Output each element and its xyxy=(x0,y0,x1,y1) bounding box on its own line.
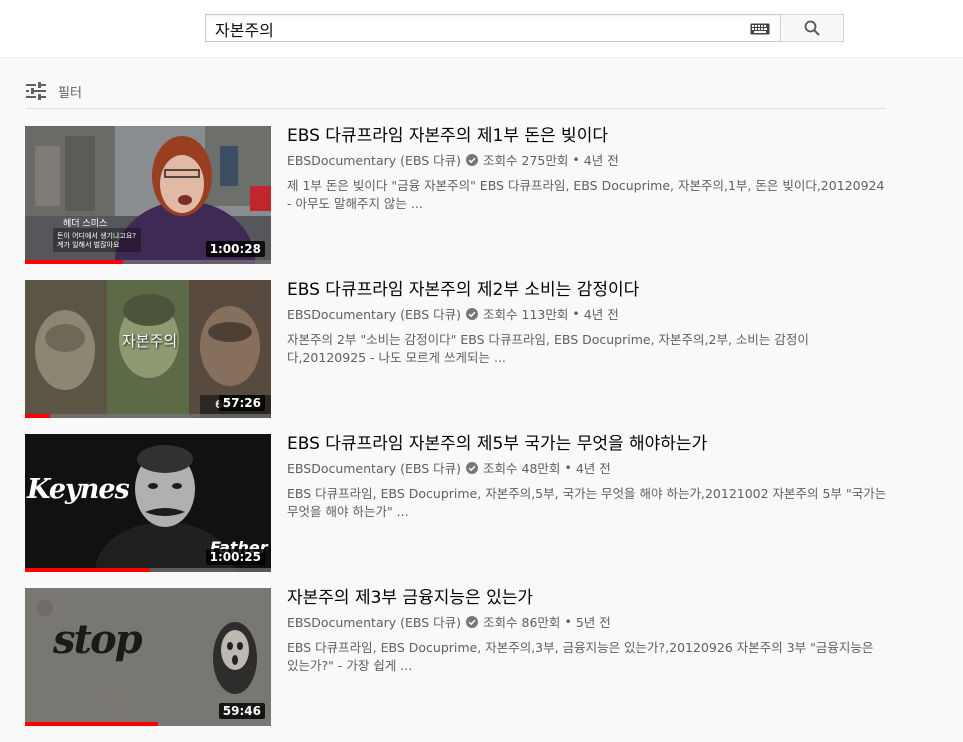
video-meta: EBS 다큐프라임 자본주의 제2부 소비는 감정이다 EBSDocumenta… xyxy=(287,280,887,367)
video-result[interactable]: stop 59:46 자본주의 제3부 금융지능은 있는가 EBSDocumen… xyxy=(25,588,887,726)
video-title[interactable]: EBS 다큐프라임 자본주의 제5부 국가는 무엇을 해야하는가 xyxy=(287,433,887,455)
search-input[interactable] xyxy=(213,17,737,41)
keyboard-icon[interactable] xyxy=(750,23,770,35)
upload-age: 4년 전 xyxy=(575,461,611,476)
video-result[interactable]: Keynes Father 1:00:25 EBS 다큐프라임 자본주의 제5부… xyxy=(25,434,887,572)
video-result[interactable]: 자본주의 60 57:26 EBS 다큐프라임 자본주의 제2부 소비는 감정이… xyxy=(25,280,887,418)
channel-name[interactable]: EBSDocumentary (EBS 다큐) xyxy=(287,304,461,323)
watch-progress-fill xyxy=(25,722,158,726)
video-meta: EBS 다큐프라임 자본주의 제1부 돈은 빚이다 EBSDocumentary… xyxy=(287,126,887,213)
watch-progress-fill xyxy=(25,568,151,572)
channel-name[interactable]: EBSDocumentary (EBS 다큐) xyxy=(287,458,461,477)
thumbnail-caption: 헤더 스미스 xyxy=(63,219,108,229)
thumbnail-caption: Keynes xyxy=(27,474,130,505)
channel-name[interactable]: EBSDocumentary (EBS 다큐) xyxy=(287,150,461,169)
thumbnail-subtitle-line: 돈이 어디에서 생기냐고요? xyxy=(57,232,137,240)
verified-badge-icon xyxy=(466,461,479,474)
video-description: EBS 다큐프라임, EBS Docuprime, 자본주의,3부, 금융지능은… xyxy=(287,640,874,673)
verified-badge-icon xyxy=(466,615,479,628)
search-icon xyxy=(804,20,820,36)
video-meta: EBS 다큐프라임 자본주의 제5부 국가는 무엇을 해야하는가 EBSDocu… xyxy=(287,434,887,521)
search-box[interactable] xyxy=(205,14,780,42)
video-meta: 자본주의 제3부 금융지능은 있는가 EBSDocumentary (EBS 다… xyxy=(287,588,887,675)
video-duration: 1:00:28 xyxy=(205,241,265,257)
separator-dot: • xyxy=(564,614,572,629)
upload-age: 5년 전 xyxy=(575,615,611,630)
video-byline: EBSDocumentary (EBS 다큐) 조회수 113만회 • 4년 전 xyxy=(287,304,887,323)
video-title[interactable]: EBS 다큐프라임 자본주의 제2부 소비는 감정이다 xyxy=(287,279,887,301)
watch-progress-track xyxy=(25,414,271,418)
video-byline: EBSDocumentary (EBS 다큐) 조회수 86만회 • 5년 전 xyxy=(287,612,887,631)
verified-badge-icon xyxy=(466,153,479,166)
watch-progress-track xyxy=(25,722,271,726)
filter-button[interactable]: 필터 xyxy=(26,80,82,102)
watch-progress-track xyxy=(25,568,271,572)
video-thumbnail[interactable]: 헤더 스미스 돈이 어디에서 생기냐고요? 계가 일해서 벌잖아요 1:00:2… xyxy=(25,126,271,264)
thumbnail-caption: 자본주의 xyxy=(122,332,178,350)
watch-progress-track xyxy=(25,260,271,264)
view-count: 조회수 275만회 xyxy=(483,153,569,168)
channel-name[interactable]: EBSDocumentary (EBS 다큐) xyxy=(287,612,461,631)
separator-dot: • xyxy=(572,306,580,321)
video-duration: 59:46 xyxy=(218,703,265,719)
thumbnail-subtitle-line: 계가 일해서 벌잖아요 xyxy=(57,241,120,249)
search-button[interactable] xyxy=(780,14,844,42)
video-byline: EBSDocumentary (EBS 다큐) 조회수 48만회 • 4년 전 xyxy=(287,458,887,477)
top-bar xyxy=(0,0,963,58)
video-description: 자본주의 2부 "소비는 감정이다" EBS 다큐프라임, EBS Docupr… xyxy=(287,332,809,365)
video-thumbnail[interactable]: stop 59:46 xyxy=(25,588,271,726)
separator-dot: • xyxy=(572,152,580,167)
watch-progress-fill xyxy=(25,414,50,418)
video-title[interactable]: EBS 다큐프라임 자본주의 제1부 돈은 빚이다 xyxy=(287,125,887,147)
video-description: EBS 다큐프라임, EBS Docuprime, 자본주의,5부, 국가는 무… xyxy=(287,486,887,519)
video-title[interactable]: 자본주의 제3부 금융지능은 있는가 xyxy=(287,587,887,609)
view-count: 조회수 86만회 xyxy=(483,615,561,630)
video-description: 제 1부 돈은 빚이다 "금융 자본주의" EBS 다큐프라임, EBS Doc… xyxy=(287,178,885,211)
divider xyxy=(26,108,886,109)
filter-sliders-icon xyxy=(26,82,46,100)
upload-age: 4년 전 xyxy=(583,307,619,322)
video-thumbnail[interactable]: Keynes Father 1:00:25 xyxy=(25,434,271,572)
video-byline: EBSDocumentary (EBS 다큐) 조회수 275만회 • 4년 전 xyxy=(287,150,887,169)
thumbnail-subtitle: 돈이 어디에서 생기냐고요? 계가 일해서 벌잖아요 xyxy=(57,232,136,250)
video-duration: 57:26 xyxy=(218,395,265,411)
filter-label: 필터 xyxy=(58,85,82,101)
video-duration: 1:00:25 xyxy=(205,549,265,565)
thumbnail-caption: stop xyxy=(53,616,143,663)
view-count: 조회수 48만회 xyxy=(483,461,561,476)
separator-dot: • xyxy=(564,460,572,475)
verified-badge-icon xyxy=(466,307,479,320)
view-count: 조회수 113만회 xyxy=(483,307,569,322)
video-result[interactable]: 헤더 스미스 돈이 어디에서 생기냐고요? 계가 일해서 벌잖아요 1:00:2… xyxy=(25,126,887,264)
video-thumbnail[interactable]: 자본주의 60 57:26 xyxy=(25,280,271,418)
upload-age: 4년 전 xyxy=(583,153,619,168)
watch-progress-fill xyxy=(25,260,124,264)
